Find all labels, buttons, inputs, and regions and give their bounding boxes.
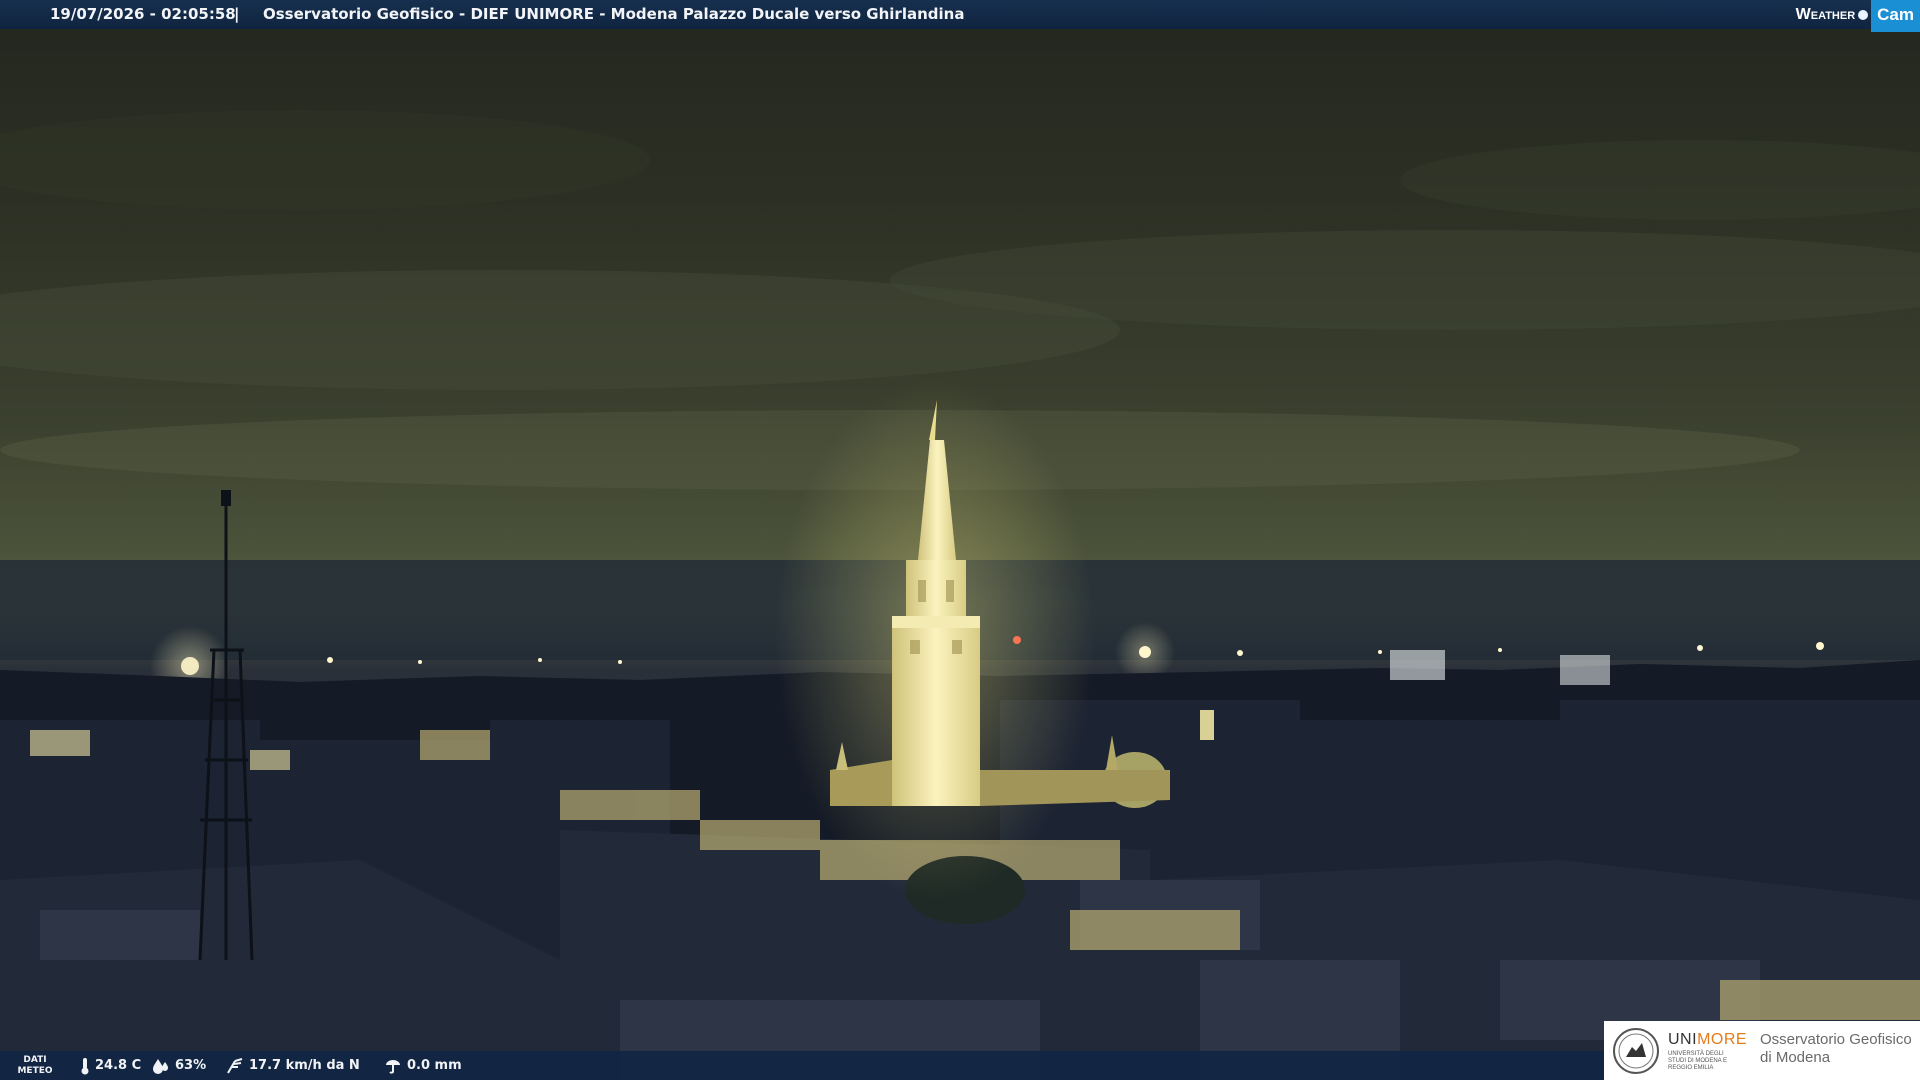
- rain-gauge-icon: [386, 1059, 400, 1074]
- wind-reading: 17.7 km/h da N: [226, 1051, 360, 1080]
- university-seal-icon: [1613, 1028, 1659, 1074]
- rain-reading: 0.0 mm: [384, 1051, 462, 1080]
- thermometer-icon: [81, 1057, 89, 1074]
- capture-timestamp: 19/07/2026 - 02:05:58: [50, 5, 236, 23]
- webcam-header-bar: 19/07/2026 - 02:05:58 | Osservatorio Geo…: [0, 0, 1920, 32]
- header-separator: |: [234, 5, 240, 23]
- temperature-value: 24.8 C: [95, 1058, 142, 1073]
- unimore-subtitle: UNIVERSITÀ DEGLI STUDI DI MODENA E REGGI…: [1668, 1051, 1728, 1071]
- humidity-drop-icon: [153, 1058, 168, 1074]
- unimore-logo-box: UNIMORE UNIVERSITÀ DEGLI STUDI DI MODENA…: [1604, 1021, 1920, 1080]
- weather-data-bar: DATI METEO 24.8 C 63% 17.7 km/h da N 0.0…: [0, 1051, 1604, 1080]
- humidity-value: 63%: [175, 1058, 207, 1073]
- rain-value: 0.0 mm: [407, 1058, 462, 1073]
- unimore-wordmark: UNIMORE: [1668, 1031, 1748, 1048]
- brand-weather-text: Weather: [1795, 6, 1856, 23]
- webcam-title: Osservatorio Geofisico - DIEF UNIMORE - …: [263, 5, 965, 23]
- temperature-reading: 24.8 C: [80, 1051, 141, 1080]
- wind-icon: [227, 1057, 243, 1074]
- brand-cam-badge: Cam: [1871, 0, 1920, 32]
- brand-dot-icon: [1858, 9, 1869, 20]
- weathercam-logo: Weather Cam: [1795, 0, 1920, 32]
- webcam-image: [0, 0, 1920, 1080]
- weather-data-label: DATI METEO: [17, 1055, 53, 1076]
- humidity-reading: 63%: [152, 1051, 206, 1080]
- observatory-name: Osservatorio Geofisico di Modena: [1760, 1031, 1912, 1066]
- wind-value: 17.7 km/h da N: [249, 1058, 360, 1073]
